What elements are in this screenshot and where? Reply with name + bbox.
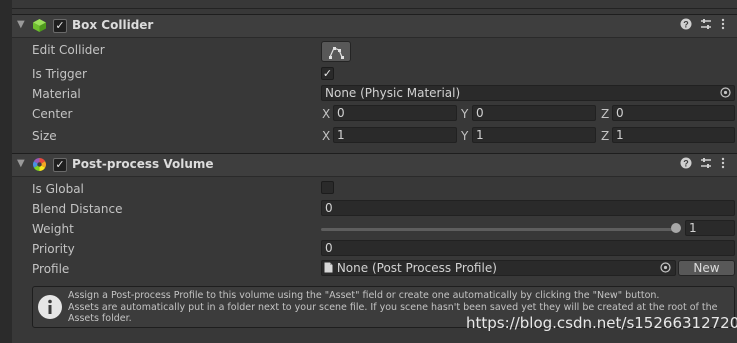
foldout-arrow-icon[interactable]: ▼ — [17, 19, 25, 30]
center-y-value: 0 — [476, 106, 484, 120]
help-line-2: Assets are automatically put in a folder… — [68, 301, 718, 313]
priority-value: 0 — [325, 241, 333, 255]
help-line-1: Assign a Post-process Profile to this vo… — [68, 290, 660, 301]
weight-slider-track[interactable] — [321, 228, 676, 231]
profile-field[interactable]: None (Post Process Profile) — [321, 260, 676, 276]
weight-value: 1 — [689, 221, 697, 235]
center-x-field[interactable]: 0 — [333, 105, 457, 121]
post-process-volume-header[interactable]: ▼ ✓ Post-process Volume ? — [12, 153, 737, 177]
preset-icon[interactable] — [700, 157, 712, 172]
center-z-value: 0 — [616, 106, 624, 120]
weight-field[interactable]: 1 — [685, 220, 735, 236]
size-y-axis-label: Y — [461, 129, 469, 143]
edit-collider-icon — [329, 47, 344, 59]
info-icon — [37, 294, 63, 323]
size-x-axis-label: X — [322, 129, 331, 143]
center-y-axis-label: Y — [461, 107, 469, 121]
size-x-value: 1 — [337, 128, 345, 142]
center-label: Center — [32, 107, 73, 121]
object-picker-icon[interactable] — [720, 87, 731, 101]
size-y-value: 1 — [476, 128, 484, 142]
center-x-axis-label: X — [322, 107, 331, 121]
inspector-left-gutter — [0, 0, 12, 343]
is-global-checkbox[interactable] — [321, 181, 334, 194]
blend-distance-value: 0 — [325, 201, 333, 215]
center-z-field[interactable]: 0 — [612, 105, 735, 121]
new-profile-button[interactable]: New — [678, 260, 735, 276]
post-process-icon — [33, 158, 46, 171]
context-menu-icon[interactable] — [720, 157, 726, 172]
document-icon — [324, 262, 333, 273]
context-menu-icon[interactable] — [720, 18, 726, 33]
box-collider-enabled-checkbox[interactable]: ✓ — [53, 19, 67, 33]
svg-text:?: ? — [683, 19, 689, 29]
center-z-axis-label: Z — [601, 107, 610, 121]
object-picker-icon[interactable] — [660, 262, 671, 276]
svg-text:?: ? — [683, 158, 689, 168]
foldout-arrow-icon[interactable]: ▼ — [17, 158, 25, 169]
size-z-value: 1 — [616, 128, 624, 142]
blend-distance-label: Blend Distance — [32, 202, 123, 216]
weight-slider-thumb[interactable] — [671, 223, 681, 233]
size-z-field[interactable]: 1 — [612, 127, 735, 143]
center-y-field[interactable]: 0 — [472, 105, 596, 121]
is-global-label: Is Global — [32, 182, 84, 196]
center-x-value: 0 — [337, 106, 345, 120]
edit-collider-button[interactable] — [321, 41, 351, 62]
watermark-text: https://blog.csdn.net/s15266312720s — [466, 314, 737, 332]
box-collider-header[interactable]: ▼ ✓ Box Collider ? — [12, 14, 737, 38]
profile-value: None (Post Process Profile) — [336, 261, 497, 275]
blend-distance-field[interactable]: 0 — [321, 200, 735, 216]
is-trigger-label: Is Trigger — [32, 67, 87, 81]
is-trigger-checkbox[interactable]: ✓ — [321, 67, 334, 80]
material-field[interactable]: None (Physic Material) — [321, 85, 735, 101]
preset-icon[interactable] — [700, 18, 712, 33]
priority-field[interactable]: 0 — [321, 240, 735, 256]
material-value: None (Physic Material) — [325, 86, 461, 100]
size-x-field[interactable]: 1 — [333, 127, 457, 143]
size-y-field[interactable]: 1 — [472, 127, 596, 143]
material-label: Material — [32, 87, 81, 101]
box-collider-icon — [33, 19, 46, 32]
size-z-axis-label: Z — [601, 129, 610, 143]
profile-label: Profile — [32, 262, 70, 276]
priority-label: Priority — [32, 242, 75, 256]
help-icon[interactable]: ? — [680, 157, 692, 172]
component-title: Post-process Volume — [72, 157, 214, 171]
transform-scale-row-partial — [12, 0, 737, 9]
edit-collider-label: Edit Collider — [32, 43, 105, 57]
component-title: Box Collider — [72, 18, 154, 32]
size-label: Size — [32, 129, 57, 143]
post-process-enabled-checkbox[interactable]: ✓ — [53, 158, 67, 172]
weight-label: Weight — [32, 222, 74, 236]
help-icon[interactable]: ? — [680, 18, 692, 33]
